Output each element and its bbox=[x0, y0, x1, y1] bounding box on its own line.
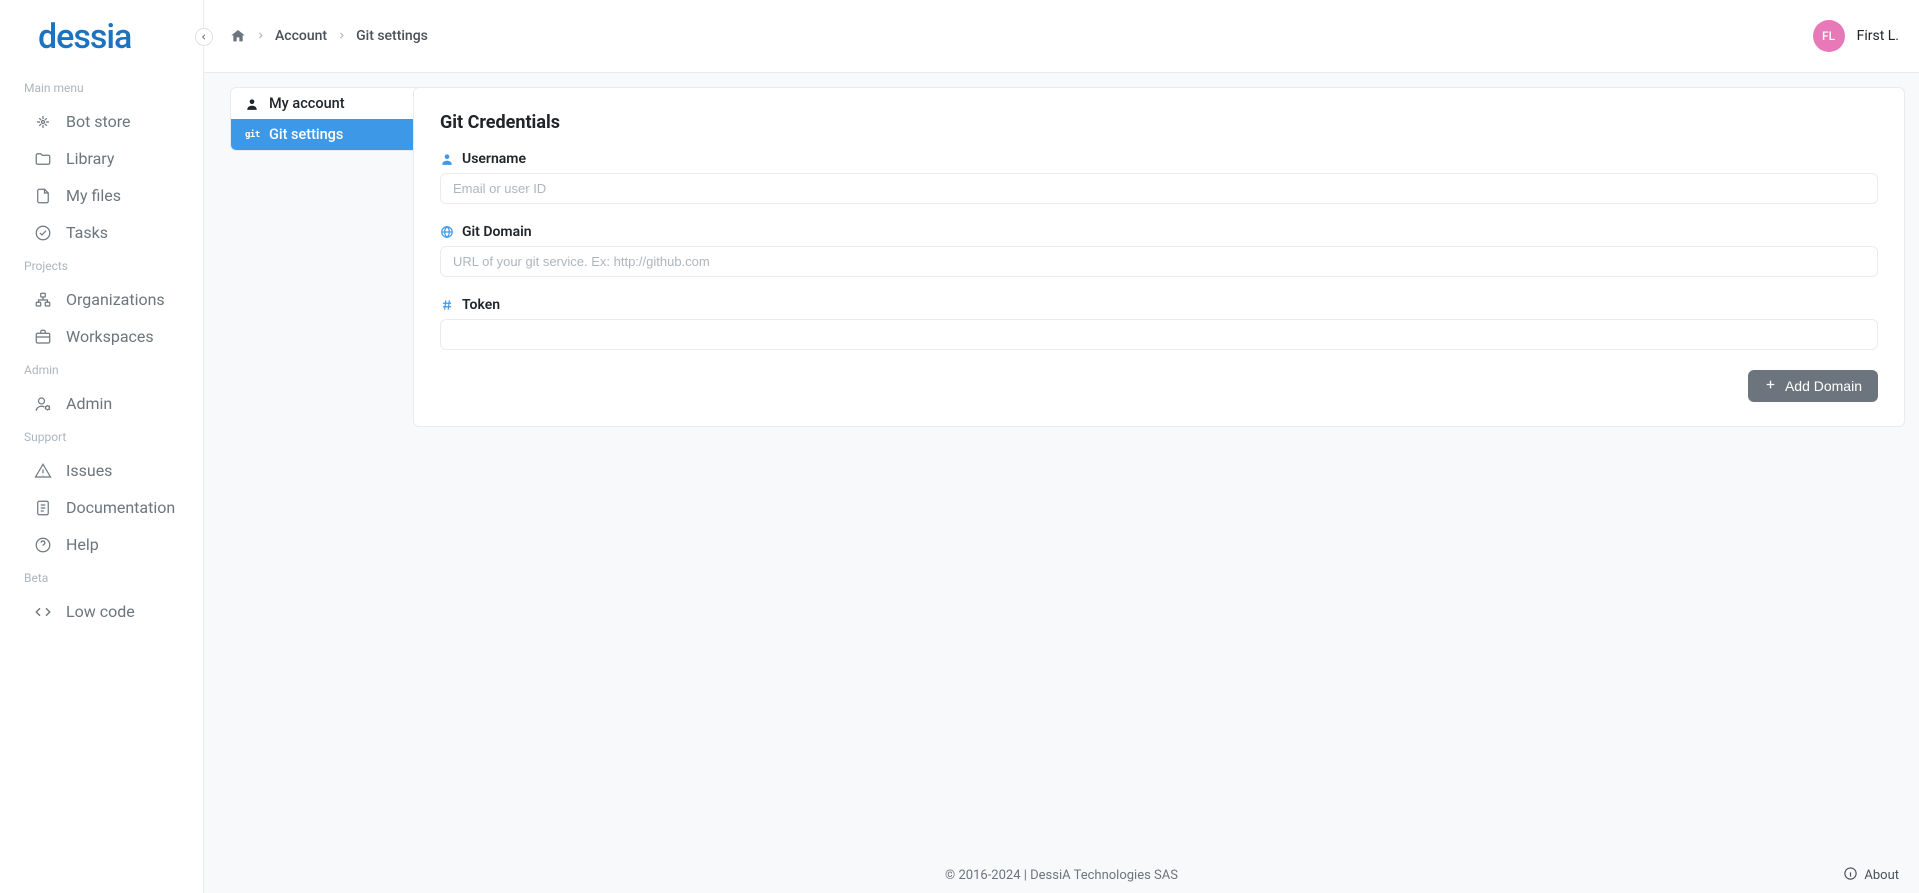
sidebar-item-label: Library bbox=[66, 149, 114, 168]
hash-icon bbox=[440, 298, 454, 312]
sidebar-item-label: Help bbox=[66, 535, 99, 554]
code-icon bbox=[34, 603, 52, 621]
home-icon[interactable] bbox=[230, 28, 246, 44]
check-circle-icon bbox=[34, 224, 52, 242]
topbar-user[interactable]: FL First L. bbox=[1813, 20, 1899, 52]
sidebar-item-documentation[interactable]: Documentation bbox=[0, 489, 203, 526]
sidebar-item-workspaces[interactable]: Workspaces bbox=[0, 318, 203, 355]
brand-logo[interactable]: dessia bbox=[0, 0, 203, 73]
sidebar-item-label: Organizations bbox=[66, 290, 165, 309]
sidebar-section-admin: Admin bbox=[0, 355, 203, 385]
sidebar-item-label: Low code bbox=[66, 602, 135, 621]
sidebar-item-label: Workspaces bbox=[66, 327, 154, 346]
sidebar: dessia Main menu Bot store Library My fi… bbox=[0, 0, 204, 893]
sidebar-item-low-code[interactable]: Low code bbox=[0, 593, 203, 630]
sidebar-item-label: Bot store bbox=[66, 112, 131, 131]
chevron-right-icon bbox=[337, 30, 346, 43]
person-icon bbox=[440, 152, 454, 166]
sidebar-item-admin[interactable]: Admin bbox=[0, 385, 203, 422]
help-icon bbox=[34, 536, 52, 554]
sidebar-section-projects: Projects bbox=[0, 251, 203, 281]
sidebar-item-my-files[interactable]: My files bbox=[0, 177, 203, 214]
subnav-item-label: Git settings bbox=[269, 126, 343, 143]
avatar: FL bbox=[1813, 20, 1845, 52]
plus-icon bbox=[1764, 378, 1777, 394]
breadcrumb: Account Git settings bbox=[204, 28, 428, 44]
bot-store-icon bbox=[34, 113, 52, 131]
account-subnav: My account git Git settings bbox=[204, 73, 413, 893]
sidebar-section-support: Support bbox=[0, 422, 203, 452]
git-icon: git bbox=[245, 130, 259, 140]
sidebar-item-label: Tasks bbox=[66, 223, 108, 242]
breadcrumb-git-settings[interactable]: Git settings bbox=[356, 28, 428, 44]
username-label: Username bbox=[440, 151, 1878, 167]
sidebar-item-tasks[interactable]: Tasks bbox=[0, 214, 203, 251]
label-text: Token bbox=[462, 297, 500, 313]
add-domain-button[interactable]: Add Domain bbox=[1748, 370, 1878, 402]
sidebar-collapse-button[interactable] bbox=[195, 28, 213, 46]
sidebar-section-main-menu: Main menu bbox=[0, 73, 203, 103]
main-area: Account Git settings FL First L. My acco… bbox=[204, 0, 1919, 893]
content: My account git Git settings Git Credenti… bbox=[204, 73, 1919, 893]
label-text: Git Domain bbox=[462, 224, 532, 240]
about-label: About bbox=[1864, 868, 1899, 883]
token-label: Token bbox=[440, 297, 1878, 313]
sidebar-item-label: Admin bbox=[66, 394, 112, 413]
sidebar-item-organizations[interactable]: Organizations bbox=[0, 281, 203, 318]
globe-icon bbox=[440, 225, 454, 239]
token-input[interactable] bbox=[440, 319, 1878, 350]
sidebar-item-help[interactable]: Help bbox=[0, 526, 203, 563]
subnav-my-account[interactable]: My account bbox=[231, 88, 421, 119]
subnav-item-label: My account bbox=[269, 95, 345, 112]
sidebar-item-issues[interactable]: Issues bbox=[0, 452, 203, 489]
subnav-git-settings[interactable]: git Git settings bbox=[231, 119, 421, 150]
sidebar-item-label: Documentation bbox=[66, 498, 175, 517]
admin-icon bbox=[34, 395, 52, 413]
warning-icon bbox=[34, 462, 52, 480]
sidebar-item-label: Issues bbox=[66, 461, 112, 480]
panel-title: Git Credentials bbox=[440, 112, 1878, 133]
about-link[interactable]: About bbox=[1843, 866, 1899, 885]
git-domain-input[interactable] bbox=[440, 246, 1878, 277]
button-label: Add Domain bbox=[1785, 378, 1862, 394]
person-icon bbox=[245, 97, 259, 111]
briefcase-icon bbox=[34, 328, 52, 346]
brand-text: dessia bbox=[38, 17, 131, 57]
git-credentials-panel: Git Credentials Username bbox=[413, 87, 1905, 427]
sidebar-item-bot-store[interactable]: Bot store bbox=[0, 103, 203, 140]
chevron-right-icon bbox=[256, 30, 265, 43]
info-icon bbox=[1843, 866, 1858, 885]
org-icon bbox=[34, 291, 52, 309]
sidebar-item-label: My files bbox=[66, 186, 121, 205]
doc-icon bbox=[34, 499, 52, 517]
folder-icon bbox=[34, 150, 52, 168]
username-input[interactable] bbox=[440, 173, 1878, 204]
sidebar-section-beta: Beta bbox=[0, 563, 203, 593]
user-display-name: First L. bbox=[1857, 28, 1899, 44]
sidebar-item-library[interactable]: Library bbox=[0, 140, 203, 177]
file-icon bbox=[34, 187, 52, 205]
topbar: Account Git settings FL First L. bbox=[204, 0, 1919, 73]
breadcrumb-account[interactable]: Account bbox=[275, 28, 327, 44]
git-domain-label: Git Domain bbox=[440, 224, 1878, 240]
label-text: Username bbox=[462, 151, 526, 167]
